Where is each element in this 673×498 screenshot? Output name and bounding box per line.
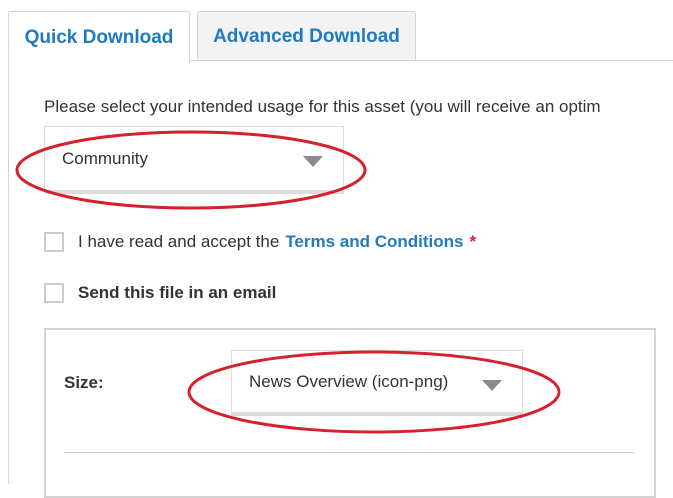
usage-instructions: Please select your intended usage for th… (44, 97, 601, 116)
chevron-down-icon (303, 156, 323, 167)
terms-label: I have read and accept the (78, 232, 280, 251)
tab-quick-download-label: Quick Download (24, 26, 174, 48)
panel-border (8, 60, 9, 484)
size-divider (64, 452, 634, 453)
email-row: Send this file in an email (44, 283, 276, 303)
email-checkbox[interactable] (44, 283, 64, 303)
tab-quick-download[interactable]: Quick Download (8, 11, 190, 63)
required-marker: * (469, 232, 477, 251)
size-select-value: News Overview (icon-png) (249, 371, 449, 391)
tab-advanced-download[interactable]: Advanced Download (197, 11, 416, 61)
tab-divider (189, 60, 673, 61)
email-label: Send this file in an email (78, 283, 277, 302)
download-tabs: Quick Download Advanced Download (0, 0, 673, 63)
terms-row: I have read and accept the Terms and Con… (44, 232, 476, 252)
size-select[interactable]: News Overview (icon-png) (231, 350, 523, 416)
terms-link[interactable]: Terms and Conditions (285, 232, 463, 252)
size-label: Size: (64, 373, 104, 392)
chevron-down-icon (482, 380, 502, 391)
usage-select-value: Community (62, 148, 148, 168)
usage-select[interactable]: Community (44, 126, 344, 194)
terms-checkbox[interactable] (44, 232, 64, 252)
tab-advanced-download-label: Advanced Download (213, 25, 400, 47)
